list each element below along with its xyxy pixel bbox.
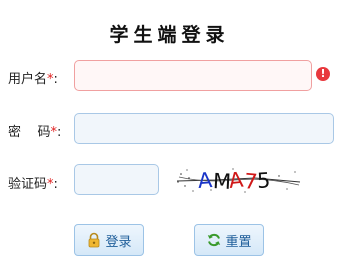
refresh-icon <box>206 232 222 248</box>
captcha-label-text: 验证码 <box>8 177 48 192</box>
reset-button[interactable]: 重置 <box>194 224 264 256</box>
username-colon: : <box>53 72 58 87</box>
captcha-char: A <box>197 168 214 193</box>
login-button[interactable]: 登录 <box>74 224 144 256</box>
password-label: 密 码*: <box>8 121 61 140</box>
password-input[interactable] <box>74 113 334 144</box>
captcha-image[interactable]: A MA75 <box>175 164 303 196</box>
login-button-label: 登录 <box>105 234 132 250</box>
lock-icon <box>86 232 102 248</box>
username-input[interactable] <box>74 60 312 91</box>
password-colon: : <box>57 125 62 140</box>
reset-button-label: 重置 <box>225 234 252 250</box>
error-icon: ! <box>316 67 330 81</box>
username-label: 用户名*: <box>8 68 58 87</box>
captcha-char: 5 <box>256 168 271 193</box>
page-title: 学生端登录 <box>109 24 230 46</box>
captcha-label: 验证码*: <box>8 173 58 192</box>
captcha-colon: : <box>53 177 58 192</box>
password-label-text: 密 码 <box>8 125 51 140</box>
captcha-input[interactable] <box>74 164 159 195</box>
username-label-text: 用户名 <box>8 72 48 87</box>
